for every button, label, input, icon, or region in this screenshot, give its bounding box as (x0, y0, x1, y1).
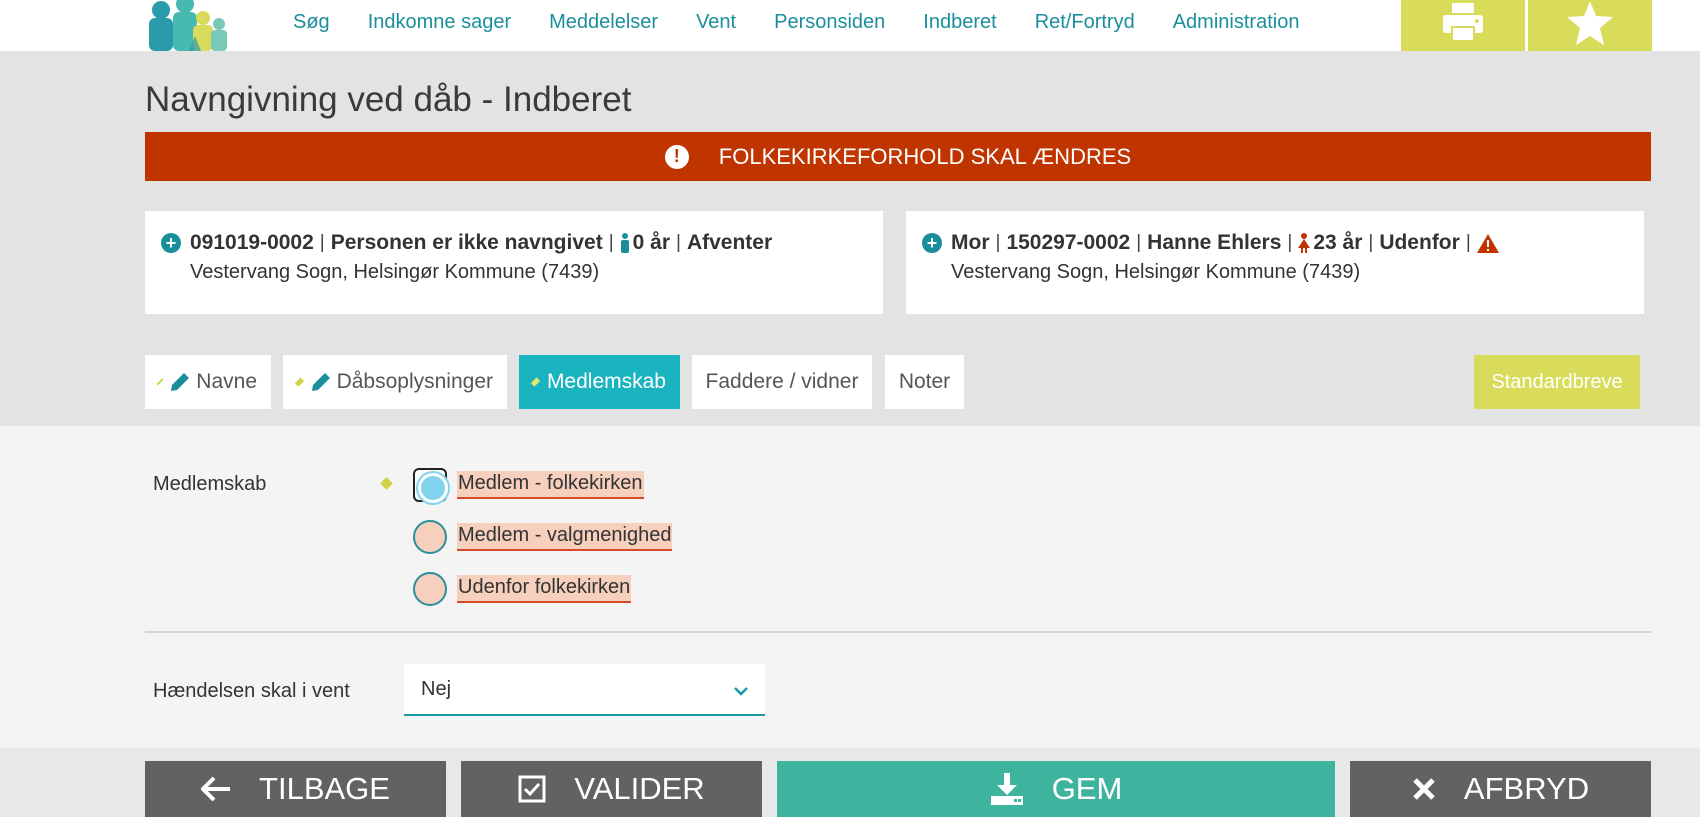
separator: | (319, 232, 325, 253)
mother-person-card: + Mor | 150297-0002 | Hanne Ehlers | 23 … (906, 211, 1644, 314)
separator: | (1368, 232, 1374, 253)
tab-names[interactable]: Navne (145, 355, 271, 409)
child-person-card: + 091019-0002 | Personen er ikke navngiv… (145, 211, 883, 314)
child-status: Afventer (686, 231, 773, 254)
radio-label: Medlem - folkekirken (457, 471, 644, 499)
separator: | (608, 232, 614, 253)
pencil-icon (311, 372, 331, 392)
plus-circle-icon[interactable]: + (161, 233, 181, 253)
printer-icon (1441, 3, 1485, 48)
chevron-down-icon (733, 680, 749, 703)
mother-role: Mor (951, 231, 990, 254)
family-logo[interactable] (145, 0, 229, 51)
radio-button-selected[interactable] (413, 468, 448, 503)
page-title: Navngivning ved dåb - Indberet (145, 80, 632, 119)
required-diamond-icon (294, 377, 304, 387)
warning-triangle-icon (1476, 233, 1499, 253)
tab-label: Navne (196, 370, 257, 393)
separator: | (995, 232, 1001, 253)
radio-label: Medlem - valgmenighed (457, 523, 673, 551)
required-diamond-icon (156, 378, 164, 386)
cancel-button[interactable]: AFBRYD (1350, 761, 1651, 817)
nav-item-messages[interactable]: Meddelelser (549, 11, 658, 34)
tab-notes[interactable]: Noter (885, 355, 964, 409)
save-label: GEM (1051, 771, 1123, 806)
required-diamond-icon (530, 377, 541, 387)
membership-option-valgmenighed[interactable]: Medlem - valgmenighed (413, 520, 673, 554)
top-navigation-bar: Søg Indkomne sager Meddelelser Vent Pers… (0, 0, 1700, 51)
main-nav: Søg Indkomne sager Meddelelser Vent Pers… (293, 0, 1337, 44)
tab-label: Dåbsoplysninger (336, 370, 493, 393)
nav-item-person-page[interactable]: Personsiden (774, 11, 885, 34)
back-button[interactable]: TILBAGE (145, 761, 446, 817)
checkbox-icon (518, 775, 546, 803)
back-label: TILBAGE (259, 771, 390, 806)
mother-status: Udenfor (1379, 231, 1460, 254)
standard-letters-button[interactable]: Standardbreve (1474, 355, 1640, 409)
plus-circle-icon[interactable]: + (922, 233, 942, 253)
close-icon (1412, 777, 1436, 801)
validate-label: VALIDER (574, 771, 705, 806)
child-age: 0 år (632, 231, 671, 254)
wait-select-value: Nej (421, 677, 452, 700)
validate-button[interactable]: VALIDER (461, 761, 762, 817)
membership-option-udenfor[interactable]: Udenfor folkekirken (413, 572, 632, 606)
child-address: Vestervang Sogn, Helsingør Kommune (7439… (190, 261, 600, 283)
tab-baptism-info[interactable]: Dåbsoplysninger (283, 355, 507, 409)
tab-membership[interactable]: Medlemskab (519, 355, 680, 409)
membership-option-folkekirken[interactable]: Medlem - folkekirken (413, 468, 644, 503)
print-button[interactable] (1401, 0, 1525, 51)
save-button[interactable]: GEM (777, 761, 1335, 817)
download-icon (990, 772, 1024, 806)
required-diamond-icon (380, 477, 393, 490)
female-person-icon (1298, 233, 1311, 253)
radio-button[interactable] (413, 520, 447, 554)
mother-cpr: 150297-0002 (1006, 231, 1131, 254)
nav-item-correct-undo[interactable]: Ret/Fortryd (1035, 11, 1135, 34)
separator: | (1465, 232, 1471, 253)
arrow-left-icon (201, 776, 231, 802)
nav-item-search[interactable]: Søg (293, 11, 330, 34)
nav-item-incoming-cases[interactable]: Indkomne sager (368, 11, 511, 34)
pencil-icon (170, 372, 190, 392)
separator: | (1136, 232, 1142, 253)
membership-label: Medlemskab (153, 473, 267, 495)
nav-item-report[interactable]: Indberet (923, 11, 996, 34)
favorite-button[interactable] (1528, 0, 1652, 51)
tab-label: Medlemskab (546, 370, 666, 393)
alert-text: FOLKEKIRKEFORHOLD SKAL ÆNDRES (718, 143, 1132, 169)
wait-select[interactable]: Nej (404, 664, 765, 716)
exclamation-circle-icon: ! (664, 144, 689, 169)
star-icon (1567, 1, 1613, 50)
tab-label: Noter (898, 370, 951, 393)
wait-label: Hændelsen skal i vent (153, 680, 350, 702)
section-divider (145, 631, 1651, 633)
person-icon (620, 233, 630, 253)
mother-age: 23 år (1313, 231, 1363, 254)
child-name: Personen er ikke navngivet (330, 231, 603, 254)
separator: | (1287, 232, 1293, 253)
mother-address: Vestervang Sogn, Helsingør Kommune (7439… (951, 261, 1361, 283)
mother-name: Hanne Ehlers (1147, 231, 1282, 254)
nav-item-wait[interactable]: Vent (696, 11, 736, 34)
nav-item-administration[interactable]: Administration (1173, 11, 1300, 34)
alert-banner: ! FOLKEKIRKEFORHOLD SKAL ÆNDRES (145, 132, 1651, 181)
radio-button[interactable] (413, 572, 447, 606)
tab-godparents-witnesses[interactable]: Faddere / vidner (692, 355, 872, 409)
tab-label: Faddere / vidner (705, 370, 859, 393)
separator: | (676, 232, 681, 253)
child-cpr: 091019-0002 (190, 231, 314, 254)
cancel-label: AFBRYD (1463, 771, 1590, 806)
radio-label: Udenfor folkekirken (457, 575, 632, 603)
case-header: Navngivning ved dåb - Indberet ! FOLKEKI… (0, 51, 1700, 426)
